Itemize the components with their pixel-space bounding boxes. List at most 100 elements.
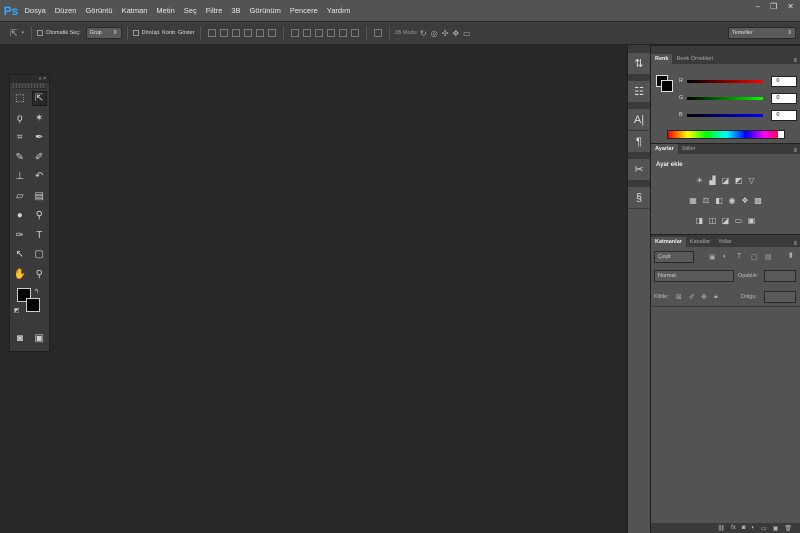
green-slider-track[interactable] bbox=[686, 96, 764, 100]
new-layer-icon[interactable]: ▣ bbox=[773, 525, 779, 532]
channel-mixer-icon[interactable]: ❖ bbox=[740, 195, 751, 206]
fill-input[interactable] bbox=[764, 291, 796, 303]
path-selection-tool-icon[interactable]: ↖ bbox=[12, 247, 27, 262]
panel-menu-icon[interactable]: ≡ bbox=[793, 241, 800, 247]
layers-list[interactable] bbox=[651, 307, 800, 522]
menu-edit[interactable]: Düzen bbox=[50, 0, 81, 21]
magic-wand-tool-icon[interactable]: ✶ bbox=[32, 111, 47, 126]
color-balance-icon[interactable]: ⚖ bbox=[701, 195, 712, 206]
restore-icon[interactable]: ❐ bbox=[770, 2, 777, 12]
menu-type[interactable]: Metin bbox=[152, 0, 179, 21]
menu-view[interactable]: Görünüm bbox=[245, 0, 285, 21]
tool-preset-chevron-icon[interactable]: ▾ bbox=[22, 30, 25, 36]
auto-align-icon[interactable] bbox=[373, 29, 382, 37]
panel-menu-icon[interactable]: ≡ bbox=[793, 148, 800, 154]
menu-3d[interactable]: 3B bbox=[227, 0, 245, 21]
link-layers-icon[interactable]: ⛓ bbox=[717, 525, 725, 532]
document-canvas-area[interactable] bbox=[0, 45, 626, 533]
distribute-vcenter-icon[interactable] bbox=[302, 29, 311, 37]
3d-slide-icon[interactable]: ✥ bbox=[452, 29, 459, 38]
menu-select[interactable]: Seç bbox=[179, 0, 201, 21]
layer-mask-icon[interactable]: ◙ bbox=[742, 525, 746, 531]
exposure-icon[interactable]: ◩ bbox=[733, 175, 744, 186]
background-color-chip[interactable] bbox=[661, 80, 673, 92]
blue-slider-track[interactable] bbox=[686, 113, 764, 117]
lock-position-icon[interactable]: ✥ bbox=[701, 293, 707, 301]
clone-stamp-tool-icon[interactable]: ⊥ bbox=[12, 169, 27, 184]
blue-value-input[interactable]: 0 bbox=[771, 109, 797, 121]
gradient-tool-icon[interactable]: ▤ bbox=[32, 189, 47, 204]
invert-icon[interactable]: ◨ bbox=[694, 215, 705, 226]
close-icon[interactable]: ✕ bbox=[787, 2, 794, 12]
gradient-map-icon[interactable]: ▭ bbox=[733, 215, 744, 226]
black-white-icon[interactable]: ◧ bbox=[714, 195, 725, 206]
color-lookup-icon[interactable]: ▩ bbox=[753, 195, 764, 206]
minimize-icon[interactable]: ‒ bbox=[756, 2, 760, 12]
lock-all-icon[interactable]: 🔒︎ bbox=[714, 293, 718, 301]
vibrance-icon[interactable]: ▽ bbox=[746, 175, 757, 186]
tools-panel-header[interactable]: « × bbox=[10, 75, 49, 83]
delete-layer-icon[interactable]: 🗑︎ bbox=[784, 525, 792, 532]
hand-tool-icon[interactable]: ✋ bbox=[12, 267, 27, 282]
quick-mask-icon[interactable]: ◙ bbox=[12, 331, 27, 346]
align-hcenter-icon[interactable] bbox=[255, 29, 264, 37]
menu-filter[interactable]: Filtre bbox=[201, 0, 227, 21]
eyedropper-tool-icon[interactable]: ✒ bbox=[32, 130, 47, 145]
brightness-contrast-icon[interactable]: ☀ bbox=[694, 175, 705, 186]
menu-help[interactable]: Yardım bbox=[322, 0, 355, 21]
filter-toggle-icon[interactable]: ▮ bbox=[789, 251, 793, 259]
distribute-top-icon[interactable] bbox=[290, 29, 299, 37]
character-panel-icon[interactable]: A| bbox=[628, 109, 650, 131]
blur-tool-icon[interactable]: ● bbox=[12, 208, 27, 223]
panel-menu-icon[interactable]: ≡ bbox=[793, 58, 800, 64]
red-value-input[interactable]: 0 bbox=[771, 75, 797, 87]
color-spectrum-ramp[interactable] bbox=[667, 130, 785, 139]
menu-file[interactable]: Dosya bbox=[20, 0, 50, 21]
filter-smart-object-icon[interactable]: ▤ bbox=[765, 253, 772, 261]
styles-panel-icon[interactable]: § bbox=[628, 187, 650, 209]
distribute-bottom-icon[interactable] bbox=[314, 29, 323, 37]
tab-styles[interactable]: Stiller bbox=[678, 144, 700, 154]
menu-window[interactable]: Pencere bbox=[285, 0, 322, 21]
tab-paths[interactable]: Yollar bbox=[714, 237, 736, 247]
tab-swatches[interactable]: Renk Örnekleri bbox=[672, 54, 717, 64]
type-tool-icon[interactable]: T bbox=[32, 228, 47, 243]
paragraph-panel-icon[interactable]: ¶ bbox=[628, 131, 650, 153]
tab-layers[interactable]: Katmanlar bbox=[651, 237, 686, 247]
3d-video-icon[interactable]: ▭ bbox=[463, 29, 471, 38]
transform-controls-checkbox[interactable] bbox=[132, 30, 139, 36]
distribute-hcenter-icon[interactable] bbox=[338, 29, 347, 37]
filter-pixel-icon[interactable]: ▣ bbox=[709, 253, 716, 261]
rectangle-tool-icon[interactable]: ▢ bbox=[32, 247, 47, 262]
move-tool-icon[interactable]: ⇱ bbox=[10, 28, 18, 39]
layer-style-icon[interactable]: fx bbox=[731, 525, 736, 531]
new-group-icon[interactable]: ▭ bbox=[761, 525, 767, 532]
move-tool-icon[interactable]: ⇱ bbox=[31, 91, 47, 107]
levels-icon[interactable]: ▟ bbox=[707, 175, 718, 186]
auto-select-dropdown[interactable]: Grup ⇕ bbox=[85, 27, 122, 39]
align-vcenter-icon[interactable] bbox=[219, 29, 228, 37]
curves-icon[interactable]: ◪ bbox=[720, 175, 731, 186]
lock-transparent-icon[interactable]: ⊠ bbox=[676, 293, 682, 301]
filter-adjustment-icon[interactable]: ◐ bbox=[723, 253, 727, 260]
distribute-left-icon[interactable] bbox=[326, 29, 335, 37]
filter-type-icon[interactable]: T bbox=[737, 253, 741, 260]
layer-filter-dropdown[interactable]: Çeşit bbox=[654, 251, 694, 263]
adjustment-layer-icon[interactable]: ◐ bbox=[751, 525, 755, 531]
swap-colors-icon[interactable]: ↰ bbox=[34, 288, 39, 295]
lasso-tool-icon[interactable]: ϙ bbox=[12, 111, 27, 126]
3d-rotate-icon[interactable]: ↻ bbox=[420, 29, 427, 38]
zoom-tool-icon[interactable]: ⚲ bbox=[32, 267, 47, 282]
photoshop-logo[interactable]: Ps bbox=[2, 3, 20, 19]
screen-mode-icon[interactable]: ▣ bbox=[32, 331, 47, 346]
photo-filter-icon[interactable]: ◉ bbox=[727, 195, 738, 206]
filter-shape-icon[interactable]: ▢ bbox=[751, 253, 758, 261]
selective-color-icon[interactable]: ▣ bbox=[746, 215, 757, 226]
menu-image[interactable]: Görüntü bbox=[81, 0, 117, 21]
distribute-right-icon[interactable] bbox=[350, 29, 359, 37]
pen-tool-icon[interactable]: ✑ bbox=[12, 228, 27, 243]
dodge-tool-icon[interactable]: ⚲ bbox=[32, 208, 47, 223]
green-value-input[interactable]: 0 bbox=[771, 92, 797, 104]
align-top-icon[interactable] bbox=[207, 29, 216, 37]
tab-color[interactable]: Renk bbox=[651, 54, 673, 64]
